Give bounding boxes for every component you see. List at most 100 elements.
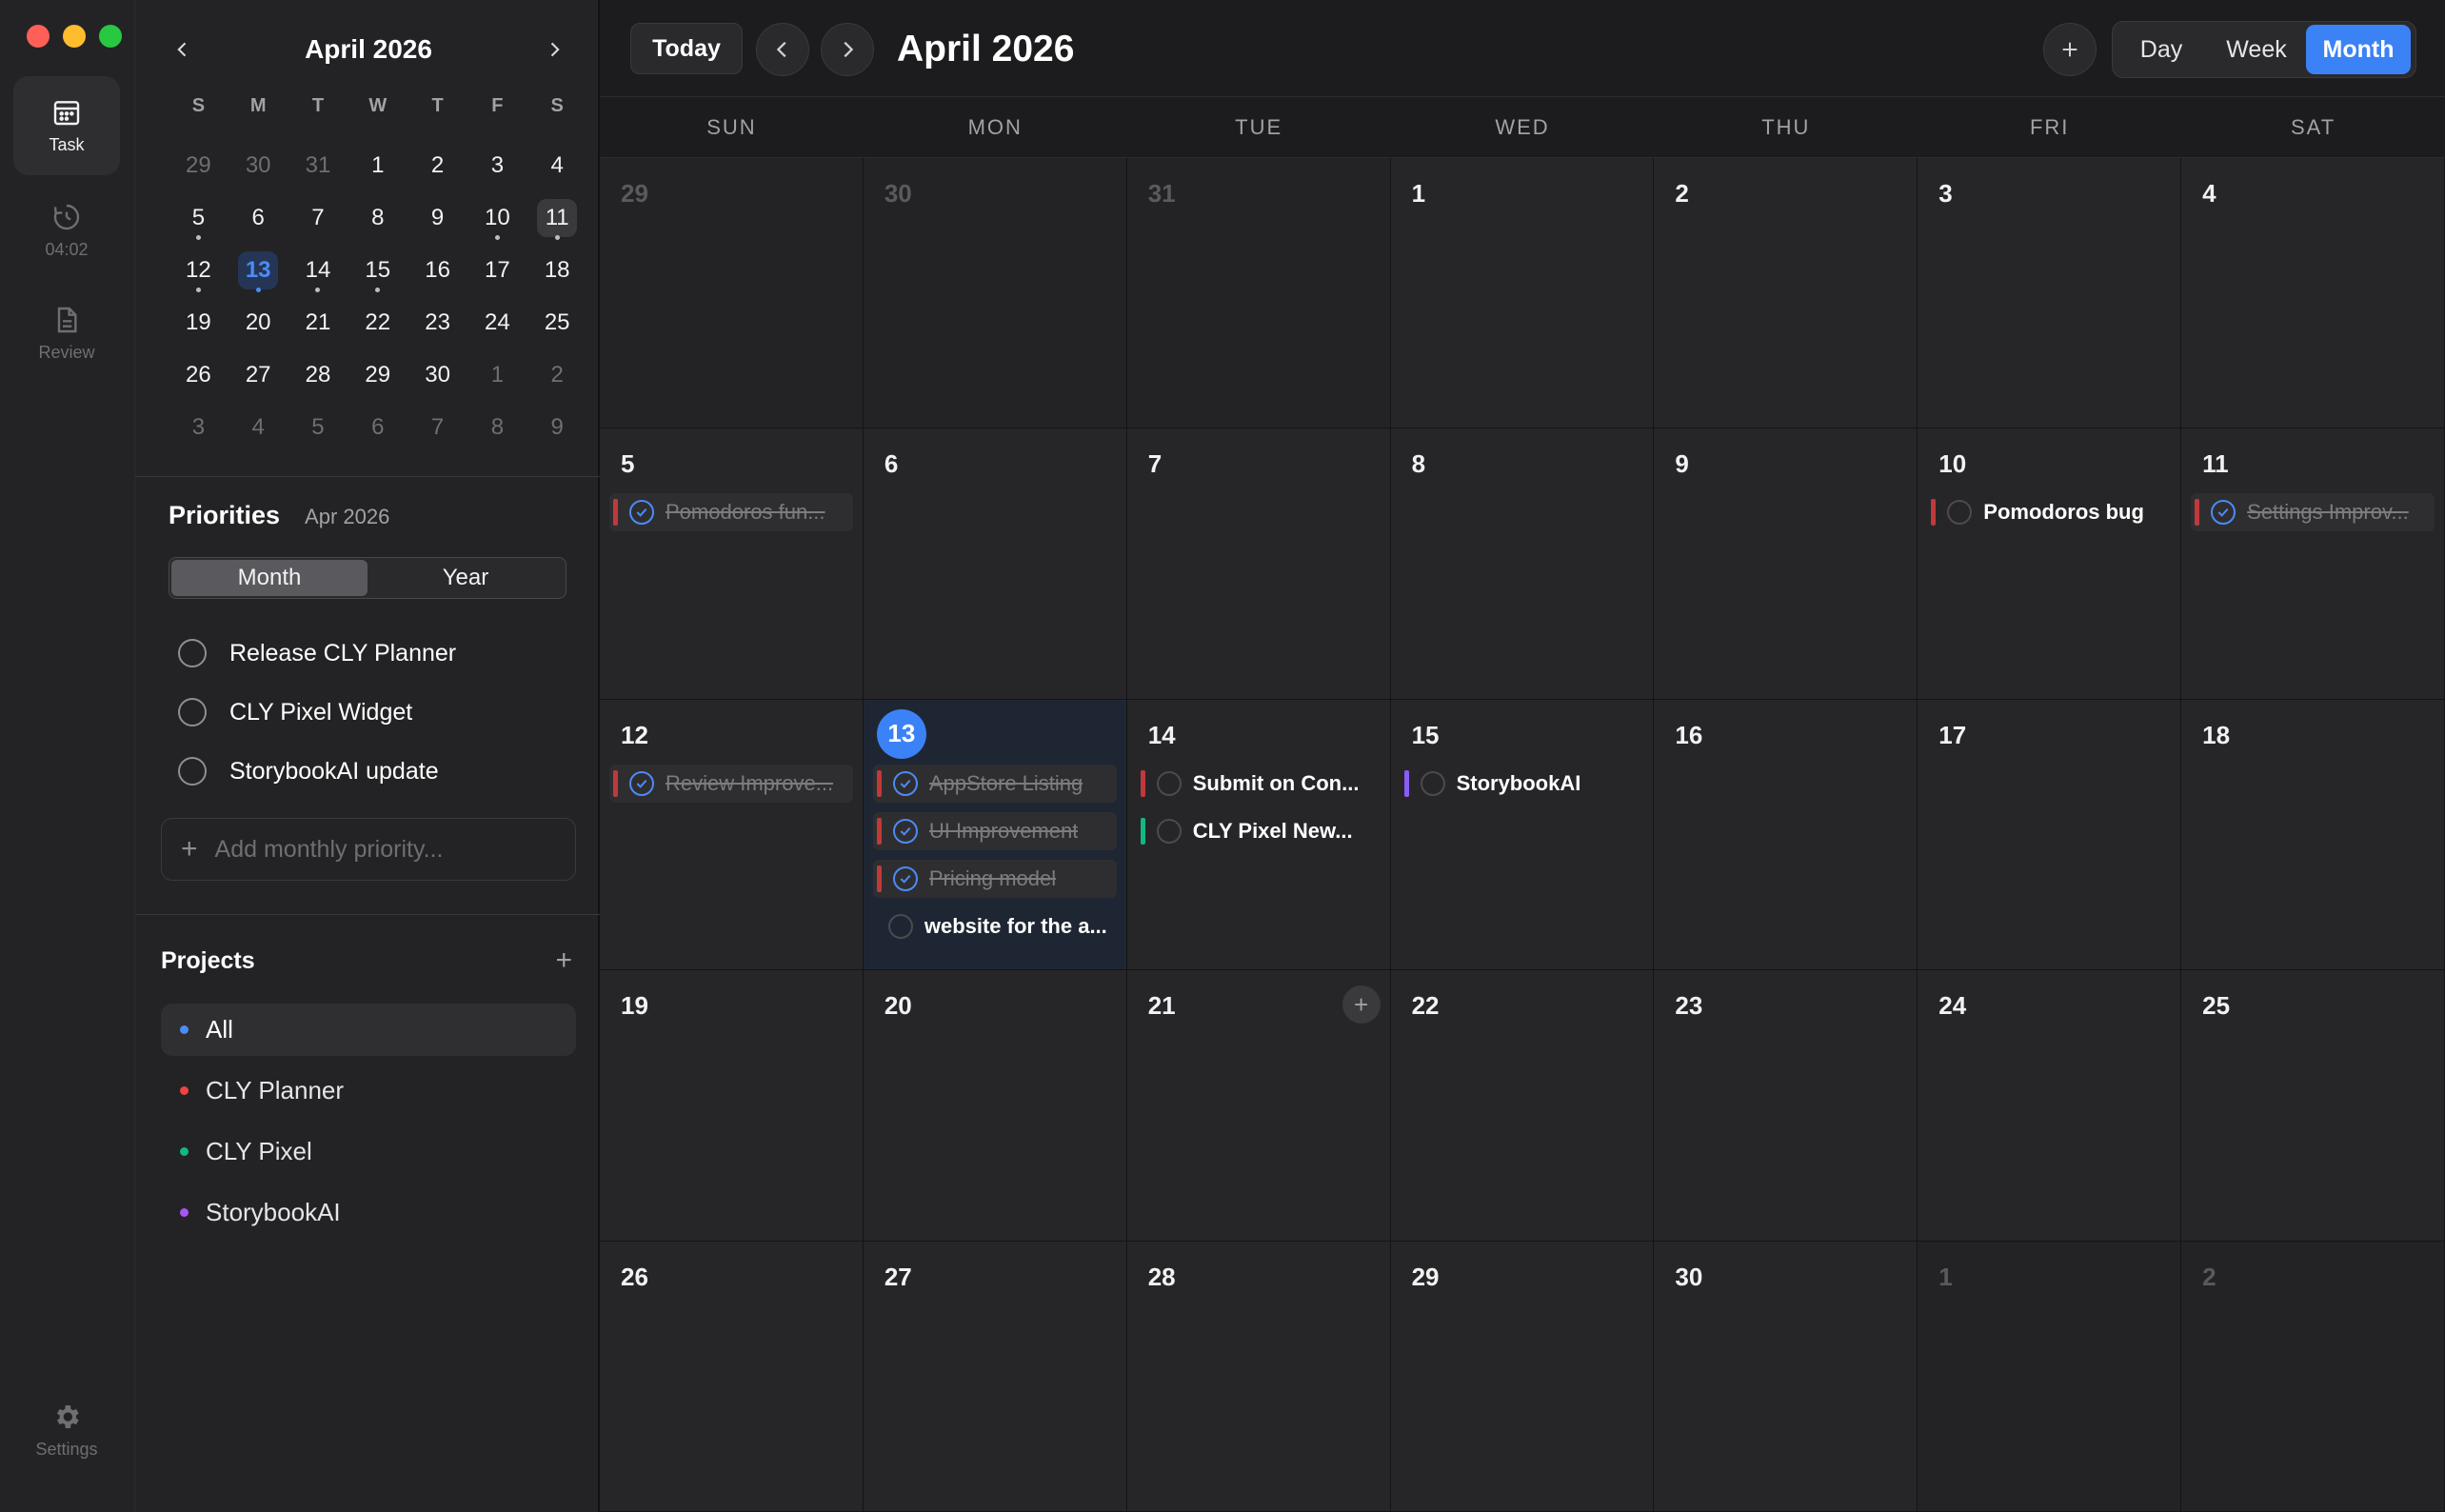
mini-next-month-button[interactable]: [535, 30, 573, 69]
mini-day[interactable]: 11: [527, 191, 587, 244]
mini-day[interactable]: 9: [527, 401, 587, 453]
day-cell[interactable]: 3: [1918, 158, 2182, 429]
priority-item[interactable]: StorybookAI update: [178, 742, 578, 801]
checkbox-circle-icon[interactable]: [178, 757, 207, 786]
mini-day[interactable]: 3: [467, 139, 527, 191]
mini-day[interactable]: 17: [467, 244, 527, 296]
day-cell[interactable]: 6: [863, 428, 1127, 700]
mini-day[interactable]: 1: [467, 348, 527, 401]
day-cell[interactable]: 17: [1918, 699, 2182, 971]
priority-item[interactable]: CLY Pixel Widget: [178, 683, 578, 742]
day-cell[interactable]: 13 AppStore Listing UI Improvement Pricing …: [863, 699, 1127, 971]
mini-day[interactable]: 4: [229, 401, 288, 453]
mini-day[interactable]: 25: [527, 296, 587, 348]
mini-day[interactable]: 10: [467, 191, 527, 244]
event-item[interactable]: AppStore Listing: [872, 764, 1117, 803]
mini-day[interactable]: 24: [467, 296, 527, 348]
checkbox-circle-icon[interactable]: [1156, 770, 1182, 796]
mini-day[interactable]: 2: [527, 348, 587, 401]
checkmark-circle-icon[interactable]: [892, 818, 918, 844]
mini-day[interactable]: 26: [169, 348, 229, 401]
mini-day[interactable]: 30: [408, 348, 467, 401]
rail-settings-button[interactable]: Settings: [13, 1381, 120, 1480]
day-cell[interactable]: 20: [863, 970, 1127, 1242]
mini-day[interactable]: 6: [348, 401, 408, 453]
day-cell[interactable]: 31: [1126, 158, 1391, 429]
day-cell[interactable]: 23: [1654, 970, 1918, 1242]
day-cell[interactable]: 21 +: [1126, 970, 1391, 1242]
day-cell[interactable]: 10 Pomodoros bug: [1918, 428, 2182, 700]
day-cell[interactable]: 15 StorybookAI: [1390, 699, 1655, 971]
day-cell[interactable]: 29: [1390, 1241, 1655, 1512]
prev-month-button[interactable]: [756, 23, 809, 76]
checkbox-circle-icon[interactable]: [178, 698, 207, 726]
event-item[interactable]: Pricing model: [872, 859, 1117, 898]
day-cell[interactable]: 7: [1126, 428, 1391, 700]
next-month-button[interactable]: [821, 23, 874, 76]
event-item[interactable]: Submit on Con...: [1137, 765, 1381, 803]
day-cell[interactable]: 30: [863, 158, 1127, 429]
day-cell[interactable]: 11 Settings Improv...: [2181, 428, 2445, 700]
add-event-in-day-button[interactable]: +: [1342, 985, 1381, 1025]
checkmark-circle-icon[interactable]: [892, 770, 918, 796]
mini-day[interactable]: 1: [348, 139, 408, 191]
checkbox-circle-icon[interactable]: [1420, 770, 1445, 796]
day-cell[interactable]: 14 Submit on Con... CLY Pixel New...: [1126, 699, 1391, 971]
mini-day[interactable]: 7: [288, 191, 348, 244]
event-item[interactable]: CLY Pixel New...: [1137, 812, 1381, 850]
checkmark-circle-icon[interactable]: [2211, 500, 2236, 526]
mini-day[interactable]: 21: [288, 296, 348, 348]
day-cell[interactable]: 9: [1654, 428, 1918, 700]
day-cell[interactable]: 18: [2181, 699, 2445, 971]
rail-review-button[interactable]: Review: [13, 284, 120, 383]
minimize-window-button[interactable]: [63, 25, 86, 48]
checkbox-circle-icon[interactable]: [1947, 500, 1973, 526]
day-cell[interactable]: 25: [2181, 970, 2445, 1242]
add-event-button[interactable]: [2043, 23, 2097, 76]
rail-timer-button[interactable]: 04:02: [13, 181, 120, 280]
mini-day[interactable]: 16: [408, 244, 467, 296]
mini-day[interactable]: 14: [288, 244, 348, 296]
view-month-tab[interactable]: Month: [2306, 25, 2411, 74]
rail-task-button[interactable]: Task: [13, 76, 120, 175]
checkbox-circle-icon[interactable]: [1156, 818, 1182, 844]
checkbox-circle-icon[interactable]: [178, 639, 207, 667]
mini-prev-month-button[interactable]: [164, 30, 202, 69]
mini-day[interactable]: 13: [229, 244, 288, 296]
checkmark-circle-icon[interactable]: [629, 770, 654, 796]
day-cell[interactable]: 26: [600, 1241, 864, 1512]
event-item[interactable]: website for the a...: [873, 907, 1117, 945]
priority-item[interactable]: Release CLY Planner: [178, 624, 578, 683]
add-project-button[interactable]: +: [555, 945, 572, 977]
mini-day[interactable]: 2: [408, 139, 467, 191]
mini-day[interactable]: 31: [288, 139, 348, 191]
checkbox-circle-icon[interactable]: [887, 913, 913, 939]
mini-day[interactable]: 7: [408, 401, 467, 453]
day-cell[interactable]: 24: [1918, 970, 2182, 1242]
project-item[interactable]: StorybookAI: [161, 1186, 576, 1239]
event-item[interactable]: Settings Improv...: [2191, 493, 2435, 532]
checkmark-circle-icon[interactable]: [892, 865, 918, 891]
event-item[interactable]: UI Improvement: [872, 811, 1117, 850]
mini-day[interactable]: 29: [348, 348, 408, 401]
mini-day[interactable]: 28: [288, 348, 348, 401]
day-cell[interactable]: 4: [2181, 158, 2445, 429]
mini-day[interactable]: 27: [229, 348, 288, 401]
mini-day[interactable]: 30: [229, 139, 288, 191]
day-cell[interactable]: 2: [2181, 1241, 2445, 1512]
day-cell[interactable]: 28: [1126, 1241, 1391, 1512]
day-cell[interactable]: 8: [1390, 428, 1655, 700]
mini-day[interactable]: 29: [169, 139, 229, 191]
project-item[interactable]: CLY Planner: [161, 1064, 576, 1117]
add-priority-field[interactable]: + Add monthly priority...: [161, 818, 576, 881]
mini-day[interactable]: 4: [527, 139, 587, 191]
day-cell[interactable]: 12 Review Improve...: [600, 699, 864, 971]
day-cell[interactable]: 19: [600, 970, 864, 1242]
project-item[interactable]: CLY Pixel: [161, 1125, 576, 1178]
mini-day[interactable]: 5: [169, 191, 229, 244]
day-cell[interactable]: 5 Pomodoros fun...: [600, 428, 864, 700]
mini-day[interactable]: 22: [348, 296, 408, 348]
event-item[interactable]: Pomodoros bug: [1927, 493, 2171, 531]
mini-day[interactable]: 3: [169, 401, 229, 453]
zoom-window-button[interactable]: [99, 25, 122, 48]
